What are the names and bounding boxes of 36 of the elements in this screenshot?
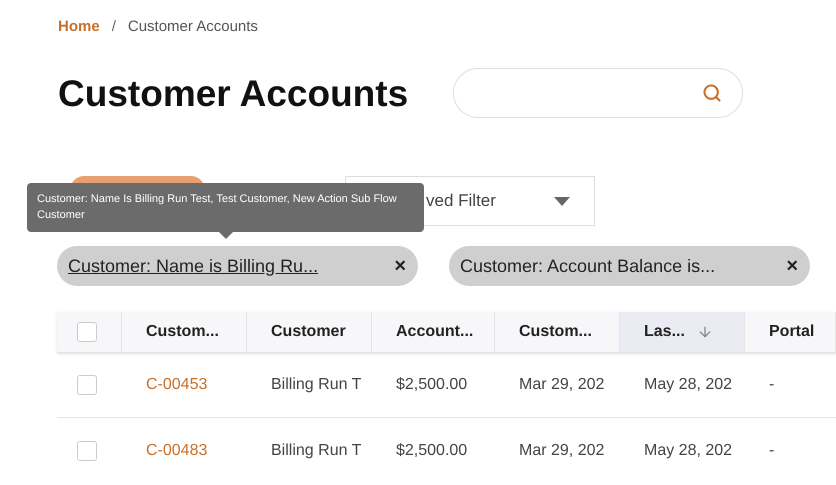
table-cell-text: Billing Run T bbox=[270, 375, 362, 395]
table-cell-text: - bbox=[768, 440, 776, 460]
search-field[interactable] bbox=[453, 68, 743, 118]
sort-down-icon bbox=[696, 324, 713, 340]
breadcrumb-separator: / bbox=[112, 17, 116, 37]
dropdown-caret-icon bbox=[554, 196, 570, 206]
table-cell-text: May 28, 202 bbox=[643, 375, 734, 395]
filter-chip[interactable]: Customer: Name is Billing Ru... × bbox=[57, 246, 418, 286]
table-cell-text: - bbox=[768, 375, 776, 395]
remove-chip-button[interactable]: × bbox=[394, 251, 406, 281]
table-cell-text: $2,500.00 bbox=[395, 375, 468, 395]
chip-label[interactable]: Customer: Name is Billing Ru... bbox=[68, 252, 318, 280]
column-header[interactable]: Custom... bbox=[122, 312, 247, 352]
chip-label[interactable]: Customer: Account Balance is... bbox=[460, 252, 716, 280]
filter-chip[interactable]: Customer: Account Balance is... × bbox=[449, 246, 810, 286]
tooltip: Customer: Name Is Billing Run Test, Test Customer, New Action Sub Flow Customer bbox=[27, 183, 424, 232]
search-icon bbox=[702, 83, 722, 104]
row-checkbox[interactable] bbox=[77, 440, 97, 460]
tooltip-pointer bbox=[219, 232, 233, 239]
account-link[interactable]: C-00483 bbox=[146, 442, 208, 458]
row-checkbox[interactable] bbox=[77, 375, 97, 395]
table-cell-text: Billing Run T bbox=[270, 440, 362, 460]
column-header[interactable]: Portal bbox=[745, 312, 836, 352]
table-cell-text: $2,500.00 bbox=[395, 440, 468, 460]
table-cell-text: May 28, 202 bbox=[643, 440, 734, 460]
account-link[interactable]: C-00453 bbox=[146, 376, 208, 393]
home-link[interactable]: Home bbox=[58, 16, 100, 38]
remove-chip-button[interactable]: × bbox=[786, 251, 798, 281]
page-title: Customer Accounts bbox=[58, 72, 410, 116]
breadcrumb-current: Customer Accounts bbox=[128, 17, 258, 37]
select-all-checkbox[interactable] bbox=[77, 322, 97, 342]
table-cell-text: Mar 29, 202 bbox=[518, 440, 606, 460]
column-header[interactable]: Las... bbox=[620, 312, 745, 352]
table-cell-text: Mar 29, 202 bbox=[518, 375, 606, 395]
column-header[interactable]: Customer bbox=[247, 312, 372, 352]
column-header[interactable]: Account... bbox=[372, 312, 495, 352]
